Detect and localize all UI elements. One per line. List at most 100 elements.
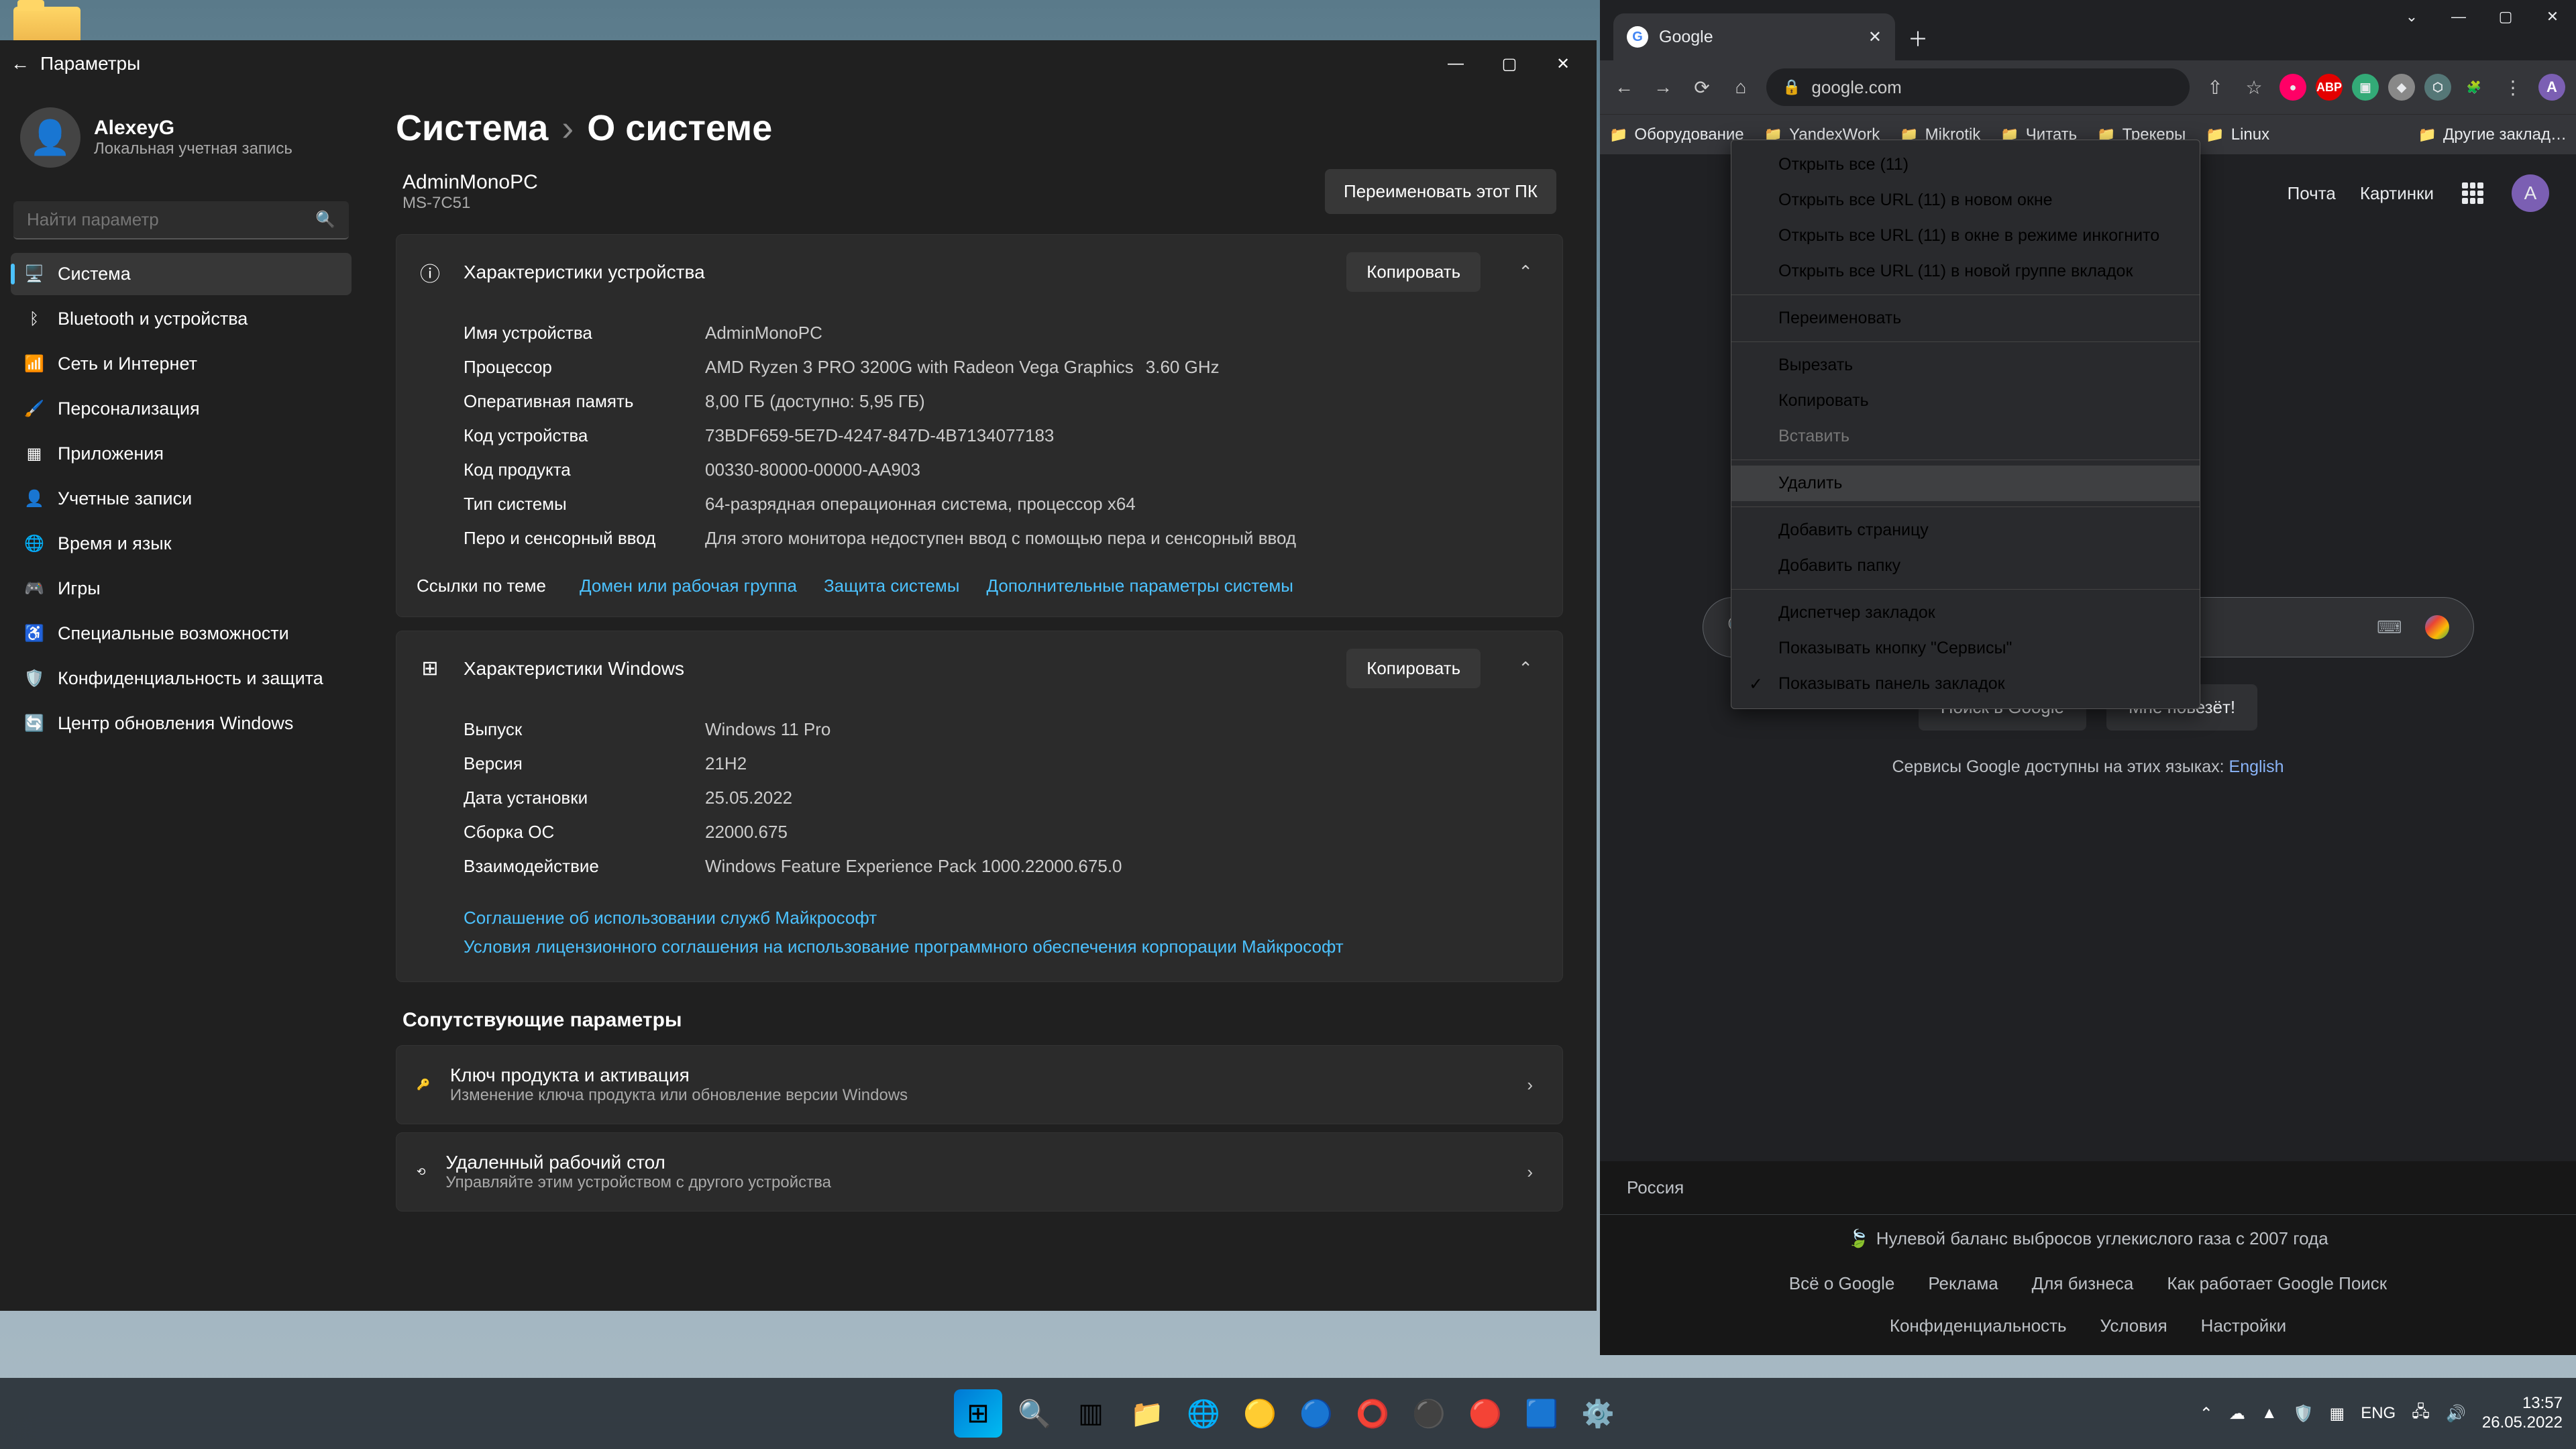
yandex-icon[interactable]: ⭕ [1348, 1389, 1397, 1438]
sidebar-item[interactable]: ᛒBluetooth и устройства [11, 298, 352, 340]
omnibox[interactable]: 🔒 google.com [1766, 68, 2190, 106]
breadcrumb-root[interactable]: Система [396, 107, 548, 149]
images-link[interactable]: Картинки [2360, 183, 2434, 204]
copy-device-button[interactable]: Копировать [1346, 252, 1481, 292]
clock[interactable]: 13:57 26.05.2022 [2482, 1394, 2563, 1433]
footer-link[interactable]: Всё о Google [1789, 1273, 1895, 1294]
tray-chevron-icon[interactable]: ⌃ [2200, 1404, 2213, 1424]
star-icon[interactable]: ☆ [2241, 74, 2267, 101]
context-menu-item[interactable]: Добавить папку [1731, 548, 2200, 584]
share-icon[interactable]: ⇧ [2202, 74, 2229, 101]
footer-link[interactable]: Настройки [2201, 1316, 2287, 1336]
chrome-search-tabs[interactable]: ⌄ [2388, 0, 2435, 34]
language-indicator[interactable]: ENG [2361, 1404, 2396, 1423]
taskview-icon[interactable]: ▥ [1067, 1389, 1115, 1438]
apps-icon[interactable] [2458, 178, 2487, 208]
sidebar-item[interactable]: 👤Учетные записи [11, 478, 352, 520]
rename-pc-button[interactable]: Переименовать этот ПК [1325, 169, 1556, 214]
tray-icon[interactable]: ▦ [2330, 1404, 2345, 1424]
ext-icon[interactable]: ◆ [2388, 74, 2415, 101]
sidebar-item[interactable]: 🖌️Персонализация [11, 388, 352, 430]
profile-avatar[interactable]: A [2538, 74, 2565, 101]
related-item[interactable]: ⟲Удаленный рабочий столУправляйте этим у… [396, 1132, 1563, 1212]
sidebar-item[interactable]: 🌐Время и язык [11, 523, 352, 565]
context-menu-item[interactable]: Вырезать [1731, 347, 2200, 383]
sidebar-item[interactable]: 🎮Игры [11, 568, 352, 610]
home-icon[interactable]: ⌂ [1727, 74, 1754, 101]
link-license-terms[interactable]: Условия лицензионного соглашения на испо… [464, 932, 1542, 961]
context-menu-item[interactable]: Добавить страницу [1731, 513, 2200, 548]
network-icon[interactable]: 🖧 [2412, 1400, 2430, 1428]
context-menu-item[interactable]: Удалить [1731, 466, 2200, 501]
footer-link[interactable]: Как работает Google Поиск [2167, 1273, 2387, 1294]
copy-windows-button[interactable]: Копировать [1346, 649, 1481, 688]
powershell-icon[interactable]: 🟦 [1517, 1389, 1566, 1438]
bookmark-item[interactable]: 📁Оборудование [1609, 125, 1744, 144]
keyboard-icon[interactable]: ⌨ [2377, 617, 2402, 638]
related-item[interactable]: 🔑Ключ продукта и активацияИзменение ключ… [396, 1045, 1563, 1124]
footer-link[interactable]: Условия [2100, 1316, 2167, 1336]
back-icon[interactable]: ← [1611, 74, 1638, 101]
search-taskbar-icon[interactable]: 🔍 [1010, 1389, 1059, 1438]
chevron-up-icon[interactable]: ⌃ [1509, 256, 1542, 288]
footer-link[interactable]: Конфиденциальность [1890, 1316, 2067, 1336]
link-services-agreement[interactable]: Соглашение об использовании служб Майкро… [464, 904, 1542, 932]
context-menu-item[interactable]: Открыть все URL (11) в новой группе вкла… [1731, 254, 2200, 289]
back-button[interactable]: ← [7, 50, 34, 77]
close-button[interactable]: ✕ [1536, 40, 1590, 87]
chrome-icon[interactable]: 🔵 [1292, 1389, 1340, 1438]
context-menu-item[interactable]: Открыть все URL (11) в новом окне [1731, 182, 2200, 218]
ext-icon[interactable]: ● [2279, 74, 2306, 101]
context-menu-item[interactable]: Копировать [1731, 383, 2200, 419]
sidebar-item[interactable]: 📶Сеть и Интернет [11, 343, 352, 385]
sidebar-item[interactable]: ▦Приложения [11, 433, 352, 475]
chevron-up-icon[interactable]: ⌃ [1509, 653, 1542, 684]
reload-icon[interactable]: ⟳ [1688, 74, 1715, 101]
maximize-button[interactable]: ▢ [1483, 40, 1536, 87]
footer-link[interactable]: Для бизнеса [2032, 1273, 2134, 1294]
sidebar-item[interactable]: ♿Специальные возможности [11, 612, 352, 655]
google-avatar[interactable]: A [2512, 174, 2549, 212]
app-icon[interactable]: 🟡 [1236, 1389, 1284, 1438]
context-menu-item[interactable]: Показывать панель закладок [1731, 666, 2200, 702]
search-input[interactable] [27, 209, 315, 230]
sidebar-item[interactable]: 🛡️Конфиденциальность и защита [11, 657, 352, 700]
footer-link[interactable]: Реклама [1928, 1273, 1998, 1294]
tray-icon[interactable]: ▲ [2261, 1404, 2277, 1423]
new-tab-button[interactable]: ＋ [1904, 24, 1931, 51]
lang-link[interactable]: English [2229, 757, 2284, 776]
link-domain[interactable]: Домен или рабочая группа [580, 576, 797, 596]
minimize-button[interactable]: — [1429, 40, 1483, 87]
app-icon[interactable]: ⚫ [1405, 1389, 1453, 1438]
ext-icon[interactable]: ⬡ [2424, 74, 2451, 101]
bookmark-item[interactable]: 📁Linux [2206, 125, 2269, 144]
link-protection[interactable]: Защита системы [824, 576, 960, 596]
context-menu-item[interactable]: Показывать кнопку "Сервисы" [1731, 631, 2200, 666]
link-advanced[interactable]: Дополнительные параметры системы [986, 576, 1293, 596]
carbon-neutral[interactable]: 🍃Нулевой баланс выбросов углекислого газ… [1600, 1215, 2576, 1263]
context-menu-item[interactable]: Открыть все URL (11) в окне в режиме инк… [1731, 218, 2200, 254]
app-icon[interactable]: 🔴 [1461, 1389, 1509, 1438]
context-menu-item[interactable]: Открыть все (11) [1731, 147, 2200, 182]
chrome-close[interactable]: ✕ [2529, 0, 2576, 34]
settings-icon[interactable]: ⚙️ [1574, 1389, 1622, 1438]
tray-icon[interactable]: 🛡️ [2294, 1404, 2314, 1424]
ext-icon[interactable]: ▣ [2352, 74, 2379, 101]
context-menu-item[interactable]: Диспетчер закладок [1731, 595, 2200, 631]
volume-icon[interactable]: 🔊 [2446, 1404, 2466, 1424]
search-box[interactable]: 🔍 [13, 201, 349, 239]
chrome-maximize[interactable]: ▢ [2482, 0, 2529, 34]
other-bookmarks[interactable]: 📁 Другие заклад… [2418, 125, 2567, 144]
tab-close-icon[interactable]: ✕ [1868, 28, 1882, 47]
gmail-link[interactable]: Почта [2288, 183, 2336, 204]
menu-icon[interactable]: ⋮ [2500, 74, 2526, 101]
mic-icon[interactable] [2425, 615, 2449, 639]
chrome-minimize[interactable]: — [2435, 0, 2482, 34]
edge-icon[interactable]: 🌐 [1179, 1389, 1228, 1438]
user-block[interactable]: 👤 AlexeyG Локальная учетная запись [7, 101, 356, 188]
context-menu-item[interactable]: Переименовать [1731, 301, 2200, 336]
sidebar-item[interactable]: 🔄Центр обновления Windows [11, 702, 352, 745]
abp-icon[interactable]: ABP [2316, 74, 2343, 101]
extensions-icon[interactable]: 🧩 [2461, 74, 2487, 101]
tray-icon[interactable]: ☁ [2229, 1404, 2245, 1424]
